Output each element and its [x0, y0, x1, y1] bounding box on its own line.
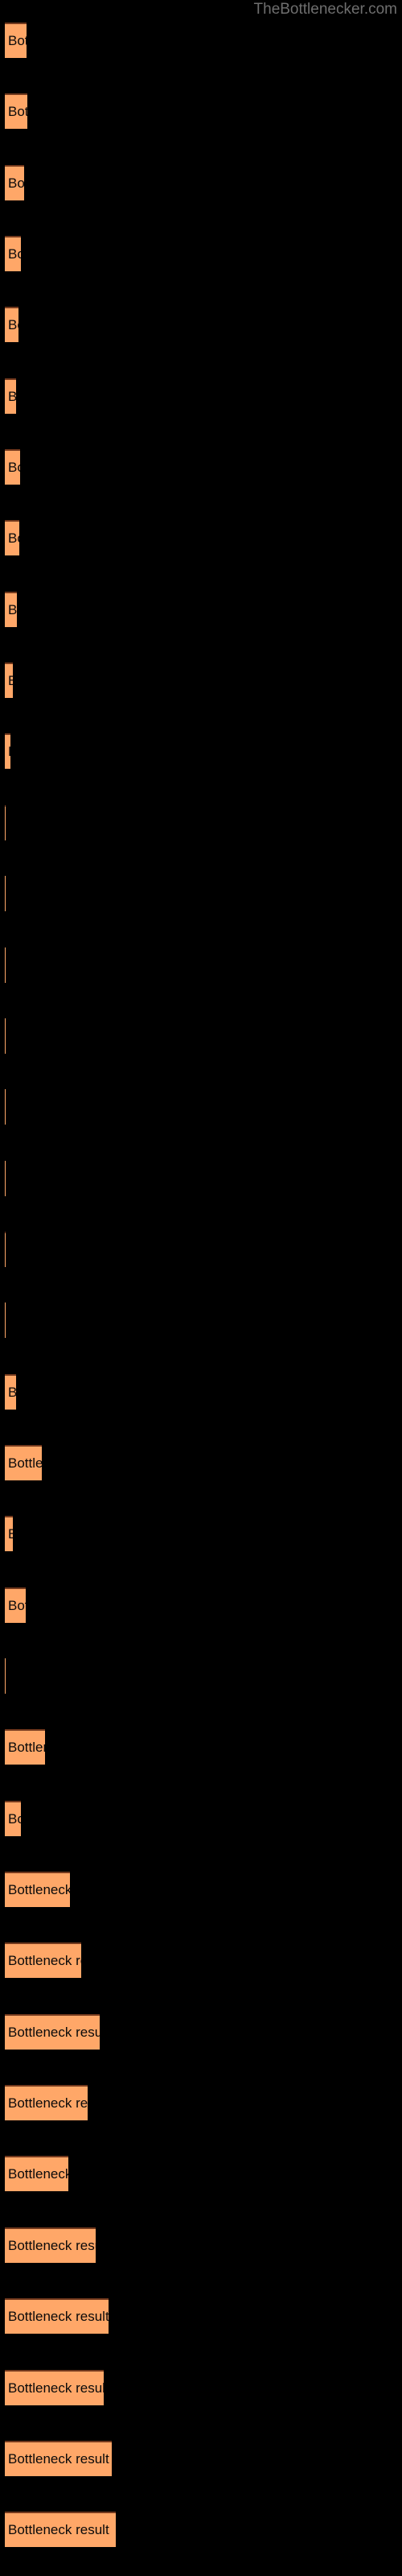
bar[interactable]: Bottleneck result — [5, 1089, 6, 1125]
bar[interactable]: Bottleneck result — [5, 1302, 6, 1338]
bar-label: Bottleneck result — [8, 2095, 88, 2111]
bar-label: Bottleneck result — [8, 317, 18, 332]
bar[interactable]: Bottleneck result — [5, 1729, 45, 1765]
bar-label: Bottleneck result — [8, 2309, 109, 2324]
bar[interactable]: Bottleneck result — [5, 947, 6, 983]
bar-label: Bottleneck result — [8, 1740, 45, 1755]
bar[interactable]: Bottleneck result — [5, 236, 21, 271]
bar[interactable]: Bottleneck result — [5, 2156, 68, 2191]
bar[interactable]: Bottleneck result — [5, 876, 6, 911]
bar[interactable]: Bottleneck result — [5, 1232, 6, 1267]
bar[interactable]: Bottleneck result — [5, 378, 16, 414]
bar-label: Bottleneck result — [8, 390, 16, 404]
bar-label: Bottleneck result — [8, 246, 21, 262]
bar[interactable]: Bottleneck result — [5, 2085, 88, 2120]
bar-label: Bottleneck result — [8, 1455, 42, 1471]
bar[interactable]: Bottleneck result — [5, 1374, 16, 1410]
bar-label: Bottleneck result — [8, 530, 19, 546]
bar-label: Bottleneck result — [8, 175, 24, 191]
bar[interactable]: Bottleneck result — [5, 2370, 104, 2405]
bar[interactable]: Bottleneck result — [5, 1587, 26, 1623]
bar[interactable]: Bottleneck result — [5, 592, 17, 627]
bar[interactable]: Bottleneck result — [5, 1801, 21, 1836]
bar-chart-root: TheBottlenecker.com Bottleneck resultBot… — [0, 0, 402, 2576]
bar[interactable]: Bottleneck result — [5, 520, 19, 555]
bar[interactable]: Bottleneck result — [5, 1516, 13, 1551]
bar[interactable]: Bottleneck result — [5, 1161, 6, 1196]
bar-label: Bottleneck result — [8, 674, 13, 688]
bar-label: Bottleneck result — [8, 745, 10, 759]
bar-label: Bottleneck result — [8, 1527, 13, 1542]
bar[interactable]: Bottleneck result — [5, 2014, 100, 2050]
bar-label: Bottleneck result — [8, 2522, 109, 2537]
bar[interactable]: Bottleneck result — [5, 805, 6, 840]
bar[interactable]: Bottleneck result — [5, 1445, 42, 1480]
bar-label: Bottleneck result — [8, 33, 27, 48]
bar[interactable]: Bottleneck result — [5, 2227, 96, 2263]
bar[interactable]: Bottleneck result — [5, 165, 24, 200]
bar-label: Bottleneck result — [8, 2238, 96, 2253]
bar[interactable]: Bottleneck result — [5, 449, 20, 485]
bar[interactable]: Bottleneck result — [5, 1658, 6, 1694]
bar[interactable]: Bottleneck result — [5, 23, 27, 58]
bar-label: Bottleneck result — [8, 2451, 109, 2467]
bar-label: Bottleneck result — [8, 1385, 16, 1400]
bar[interactable]: Bottleneck result — [5, 1872, 70, 1907]
bar[interactable]: Bottleneck result — [5, 733, 10, 769]
bar-label: Bottleneck result — [8, 104, 27, 119]
plot-area: Bottleneck result Bottleneck result Bottle… — [0, 0, 402, 2576]
bar[interactable]: Bottleneck result — [5, 1018, 6, 1054]
bar-label: Bottleneck result — [8, 602, 17, 617]
bar[interactable]: Bottleneck result — [5, 307, 18, 342]
bar-label: Bottleneck result — [8, 2380, 104, 2396]
bar[interactable]: Bottleneck result — [5, 663, 13, 698]
bar-label: Bottleneck result — [8, 1811, 21, 1827]
bar-label: Bottleneck result — [8, 1953, 81, 1968]
bar-label: Bottleneck result — [8, 460, 20, 475]
bar-label: Bottleneck result — [8, 1598, 26, 1613]
bar[interactable]: Bottleneck result — [5, 1942, 81, 1978]
bar-label: Bottleneck result — [8, 2025, 100, 2040]
bar-label: Bottleneck result — [8, 1882, 70, 1897]
bar[interactable]: Bottleneck result — [5, 2298, 109, 2334]
bar[interactable]: Bottleneck result — [5, 93, 27, 129]
bar[interactable]: Bottleneck result — [5, 2512, 116, 2547]
bar[interactable]: Bottleneck result — [5, 2441, 112, 2476]
bar-label: Bottleneck result — [8, 2166, 68, 2182]
